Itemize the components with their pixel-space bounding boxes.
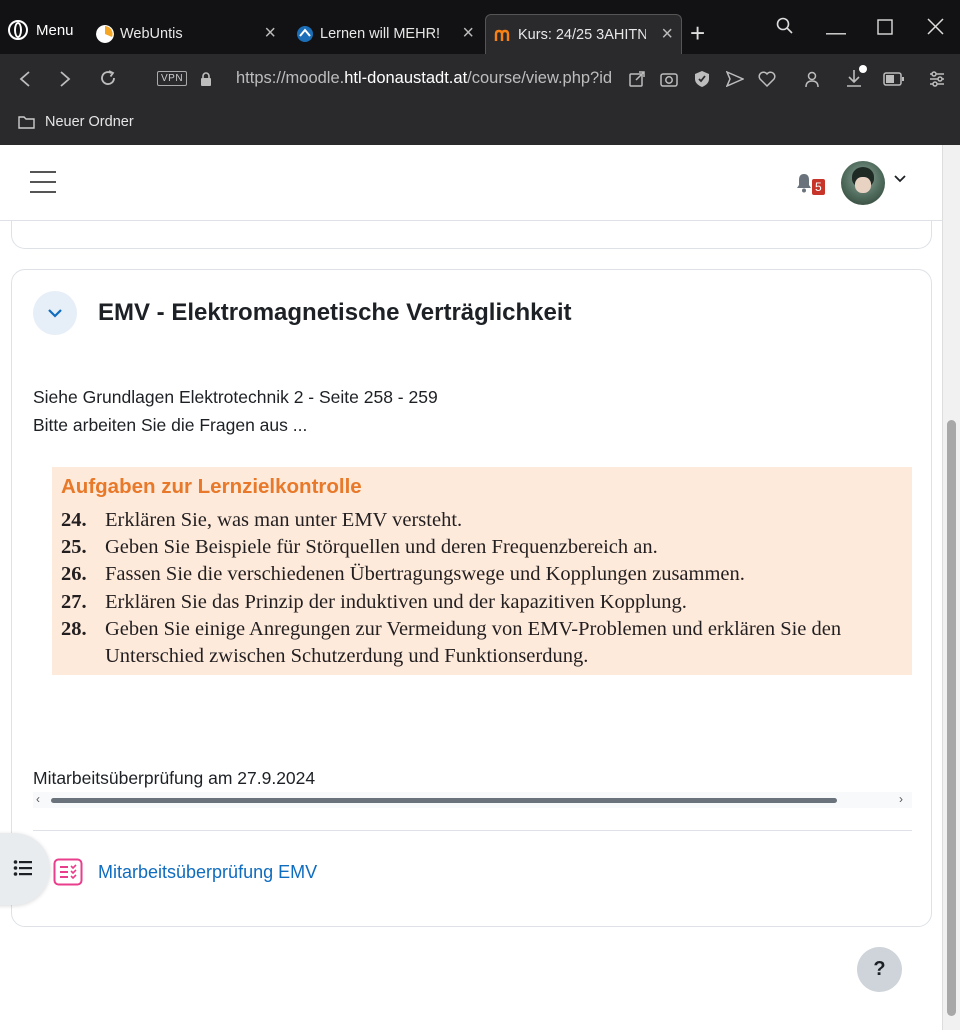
task-text: Erklären Sie das Prinzip der induktiven … (105, 590, 687, 613)
horizontal-scroll-thumb[interactable] (51, 798, 837, 803)
task-number: 28. (61, 617, 87, 640)
section-collapse-button[interactable] (33, 291, 77, 335)
task-item: 25. Geben Sie Beispiele für Störquellen … (61, 534, 910, 561)
chevron-down-icon (48, 309, 62, 318)
task-number: 27. (61, 590, 87, 613)
divider (33, 830, 912, 831)
forward-icon[interactable] (58, 70, 72, 88)
task-text: Fassen Sie die verschiedenen Übertragung… (105, 563, 745, 586)
send-icon[interactable] (726, 71, 744, 87)
close-tab-icon[interactable]: × (661, 24, 673, 44)
browser-tab-bar: Menu WebUntis × Lernen will MEHR! × Kurs… (0, 0, 960, 54)
horizontal-scrollbar[interactable]: ‹ › (33, 792, 912, 808)
course-section-card: EMV - Elektromagnetische Verträglichkeit… (11, 269, 932, 927)
task-number: 24. (61, 509, 87, 531)
task-item: 27. Erklären Sie das Prinzip der indukti… (61, 589, 910, 616)
camera-icon[interactable] (660, 71, 678, 87)
task-item: 24. Erklären Sie, was man unter EMV vers… (61, 507, 910, 534)
checklist-icon (53, 858, 83, 886)
vertical-scrollbar[interactable] (942, 145, 960, 1030)
task-text: Geben Sie Beispiele für Störquellen und … (105, 536, 658, 559)
download-indicator-dot (859, 65, 867, 73)
task-number: 26. (61, 563, 87, 586)
search-tabs-icon[interactable] (776, 17, 794, 35)
tab-webuntis[interactable]: WebUntis × (88, 14, 284, 54)
maximize-icon[interactable] (877, 19, 893, 35)
browser-menu-button[interactable]: Menu (8, 20, 74, 40)
task-list-image: Aufgaben zur Lernzielkontrolle 24. Erklä… (52, 467, 912, 675)
section-description: Siehe Grundlagen Elektrotechnik 2 - Seit… (33, 383, 438, 439)
vpn-badge[interactable]: VPN (157, 71, 188, 86)
description-line: Bitte arbeiten Sie die Fragen aus ... (33, 415, 308, 435)
bookmark-folder[interactable]: Neuer Ordner (18, 114, 134, 130)
opera-logo-icon (8, 20, 28, 40)
reload-icon[interactable] (99, 69, 117, 87)
task-number: 25. (61, 536, 87, 559)
task-text: Erklären Sie, was man unter EMV versteht… (105, 509, 463, 531)
close-tab-icon[interactable]: × (264, 23, 276, 43)
task-item: 28. Geben Sie einige Anregungen zur Verm… (61, 616, 910, 670)
close-window-icon[interactable] (927, 18, 944, 35)
folder-icon (18, 116, 35, 129)
back-icon[interactable] (18, 70, 32, 88)
task-text: Geben Sie einige Anregungen zur Vermeidu… (105, 617, 842, 668)
task-item: 26. Fassen Sie die verschiedenen Übertra… (61, 561, 910, 588)
mitarbeit-text: Mitarbeitsüberprüfung am 27.9.2024 (33, 768, 316, 788)
vertical-scroll-thumb[interactable] (947, 420, 956, 1016)
section-title: EMV - Elektromagnetische Verträglichkeit (98, 299, 572, 326)
minimize-icon[interactable]: — (826, 22, 846, 45)
tab-label: Kurs: 24/25 3AHITN (518, 26, 646, 43)
chevron-down-icon[interactable] (894, 175, 906, 183)
tab-label: WebUntis (120, 26, 183, 42)
activity-link[interactable]: Mitarbeitsüberprüfung EMV (98, 862, 317, 883)
url-path: /course/view.php?id (467, 69, 612, 87)
user-avatar[interactable] (841, 161, 885, 205)
url-field[interactable]: https://moodle.htl-donaustadt.at/course/… (236, 69, 612, 88)
url-prefix: https://moodle. (236, 69, 345, 87)
profile-icon[interactable] (804, 70, 820, 88)
close-tab-icon[interactable]: × (462, 23, 474, 43)
scroll-right-icon[interactable]: › (899, 792, 903, 806)
heart-icon[interactable] (758, 71, 776, 87)
browser-menu-label: Menu (36, 21, 74, 39)
lock-icon[interactable] (200, 72, 212, 86)
address-bar: VPN https://moodle.htl-donaustadt.at/cou… (0, 54, 960, 104)
notification-bell-icon[interactable] (795, 173, 813, 193)
description-line: Siehe Grundlagen Elektrotechnik 2 - Seit… (33, 387, 438, 407)
easy-setup-icon[interactable] (929, 70, 945, 88)
tab-moodle-course[interactable]: Kurs: 24/25 3AHITN × (485, 14, 682, 54)
share-icon[interactable] (628, 70, 646, 88)
bookmarks-bar: Neuer Ordner (0, 104, 960, 145)
shield-icon[interactable] (694, 70, 710, 88)
list-icon (13, 860, 32, 876)
top-navbar: 5 (0, 145, 942, 221)
hamburger-menu-icon[interactable] (30, 171, 56, 193)
moodle-page: EMV - Elektromagnetische Verträglichkeit… (0, 145, 942, 1030)
help-button[interactable]: ? (857, 947, 902, 992)
lernen-icon (297, 26, 313, 42)
moodle-icon (494, 29, 510, 41)
task-heading: Aufgaben zur Lernzielkontrolle (61, 475, 362, 498)
bookmark-folder-label: Neuer Ordner (45, 114, 134, 130)
notification-count-badge: 5 (812, 179, 825, 195)
url-host: htl-donaustadt.at (344, 69, 468, 87)
battery-icon[interactable] (883, 72, 905, 86)
tab-lernen[interactable]: Lernen will MEHR! × (288, 14, 482, 54)
scroll-left-icon[interactable]: ‹ (36, 792, 40, 806)
new-tab-button[interactable]: + (690, 18, 705, 49)
webuntis-icon (96, 25, 114, 43)
tab-label: Lernen will MEHR! (320, 26, 441, 42)
task-list: 24. Erklären Sie, was man unter EMV vers… (61, 507, 910, 670)
